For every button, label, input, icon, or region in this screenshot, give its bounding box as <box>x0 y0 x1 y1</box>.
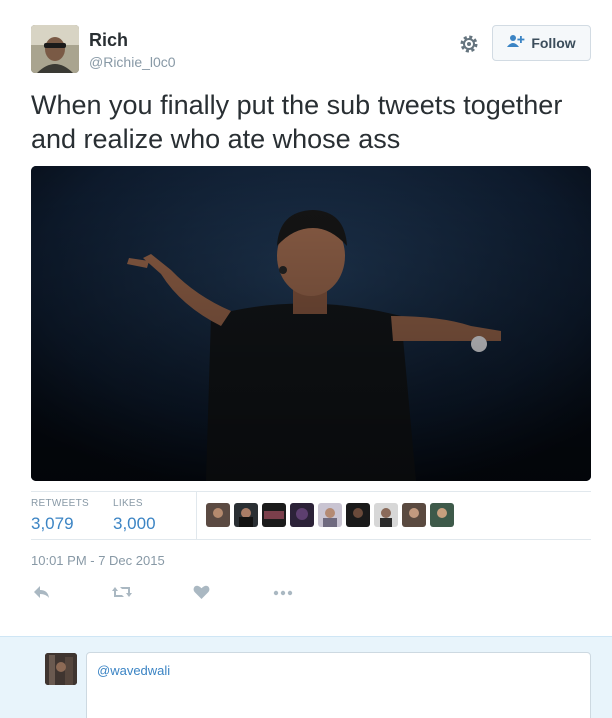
gear-icon[interactable] <box>458 33 480 55</box>
stats-top-divider <box>31 491 591 492</box>
liker-avatar[interactable] <box>234 503 258 527</box>
liker-avatar[interactable] <box>290 503 314 527</box>
tweet-card: Rich @Richie_l0c0 Follow When you finall… <box>0 0 612 636</box>
liker-avatar[interactable] <box>206 503 230 527</box>
liker-avatar[interactable] <box>262 503 286 527</box>
liker-avatar[interactable] <box>374 503 398 527</box>
author-name[interactable]: Rich <box>89 30 128 51</box>
tweet-timestamp[interactable]: 10:01 PM - 7 Dec 2015 <box>31 553 165 568</box>
likes-count[interactable]: 3,000 <box>113 514 156 534</box>
likes-stat[interactable]: LIKES 3,000 <box>113 498 156 534</box>
follow-user-icon <box>507 34 525 53</box>
retweets-count[interactable]: 3,079 <box>31 514 89 534</box>
liker-avatar[interactable] <box>430 503 454 527</box>
follow-button[interactable]: Follow <box>492 25 591 61</box>
reply-composer: @wavedwali <box>0 636 612 718</box>
retweets-label: RETWEETS <box>31 498 89 509</box>
retweet-icon[interactable] <box>111 584 133 605</box>
stats-bottom-divider <box>31 539 591 540</box>
more-options-icon[interactable] <box>273 584 293 605</box>
likers-avatars <box>206 503 454 527</box>
reply-icon[interactable] <box>33 584 51 605</box>
retweets-stat[interactable]: RETWEETS 3,079 <box>31 498 89 534</box>
liker-avatar[interactable] <box>318 503 342 527</box>
like-heart-icon[interactable] <box>193 584 210 605</box>
stats-separator <box>196 492 197 539</box>
author-avatar[interactable] <box>31 25 79 73</box>
liker-avatar[interactable] <box>346 503 370 527</box>
author-handle[interactable]: @Richie_l0c0 <box>89 54 176 70</box>
reply-input[interactable]: @wavedwali <box>86 652 591 718</box>
follow-label: Follow <box>531 35 576 51</box>
current-user-avatar <box>45 653 77 685</box>
tweet-text: When you finally put the sub tweets toge… <box>31 90 563 154</box>
liker-avatar[interactable] <box>402 503 426 527</box>
likes-label: LIKES <box>113 498 143 509</box>
tweet-photo[interactable] <box>31 166 591 481</box>
